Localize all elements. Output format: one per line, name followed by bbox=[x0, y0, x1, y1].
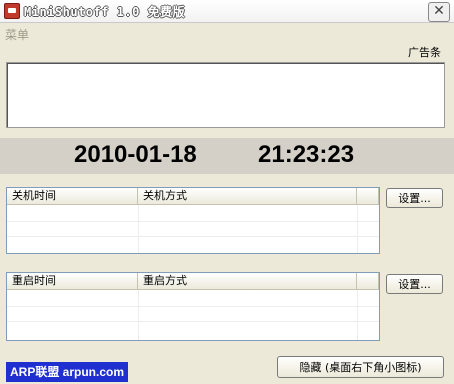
grid-line bbox=[138, 290, 139, 340]
window-title: MiniShutoff 1.0 免费版 bbox=[24, 5, 186, 19]
restart-settings-button[interactable]: 设置... bbox=[386, 274, 443, 294]
grid-line bbox=[7, 321, 379, 322]
hide-to-tray-button[interactable]: 隐藏 (桌面右下角小图标) bbox=[277, 356, 444, 378]
grid-line bbox=[357, 290, 358, 340]
grid-line bbox=[7, 236, 379, 237]
shutdown-settings-button[interactable]: 设置... bbox=[386, 188, 443, 208]
menu-bar: 菜单 bbox=[0, 23, 454, 43]
title-bar[interactable]: MiniShutoff 1.0 免费版 ✕ bbox=[0, 0, 454, 23]
column-header-extra[interactable] bbox=[357, 188, 379, 204]
column-header-shutdown-mode[interactable]: 关机方式 bbox=[138, 188, 357, 204]
ad-label: 广告条 bbox=[408, 46, 441, 59]
menu-item-main[interactable]: 菜单 bbox=[5, 26, 29, 43]
current-time: 21:23:23 bbox=[258, 141, 355, 168]
app-icon bbox=[4, 3, 20, 19]
grid-line bbox=[7, 221, 379, 222]
clock-bar: 2010-01-18 21:23:23 bbox=[0, 138, 454, 174]
close-icon: ✕ bbox=[433, 3, 445, 19]
column-header-restart-time[interactable]: 重启时间 bbox=[7, 273, 138, 289]
shutdown-list[interactable]: 关机时间 关机方式 bbox=[6, 187, 380, 254]
grid-line bbox=[357, 205, 358, 253]
close-button[interactable]: ✕ bbox=[428, 2, 450, 22]
column-header-extra[interactable] bbox=[357, 273, 379, 289]
grid-line bbox=[138, 205, 139, 253]
restart-list[interactable]: 重启时间 重启方式 bbox=[6, 272, 380, 341]
grid-line bbox=[7, 306, 379, 307]
restart-list-header: 重启时间 重启方式 bbox=[7, 273, 379, 290]
ad-banner[interactable] bbox=[6, 62, 445, 128]
column-header-shutdown-time[interactable]: 关机时间 bbox=[7, 188, 138, 204]
current-date: 2010-01-18 bbox=[74, 141, 197, 168]
shutdown-list-header: 关机时间 关机方式 bbox=[7, 188, 379, 205]
watermark: ARP联盟 arpun.com bbox=[6, 362, 129, 382]
column-header-restart-mode[interactable]: 重启方式 bbox=[138, 273, 357, 289]
